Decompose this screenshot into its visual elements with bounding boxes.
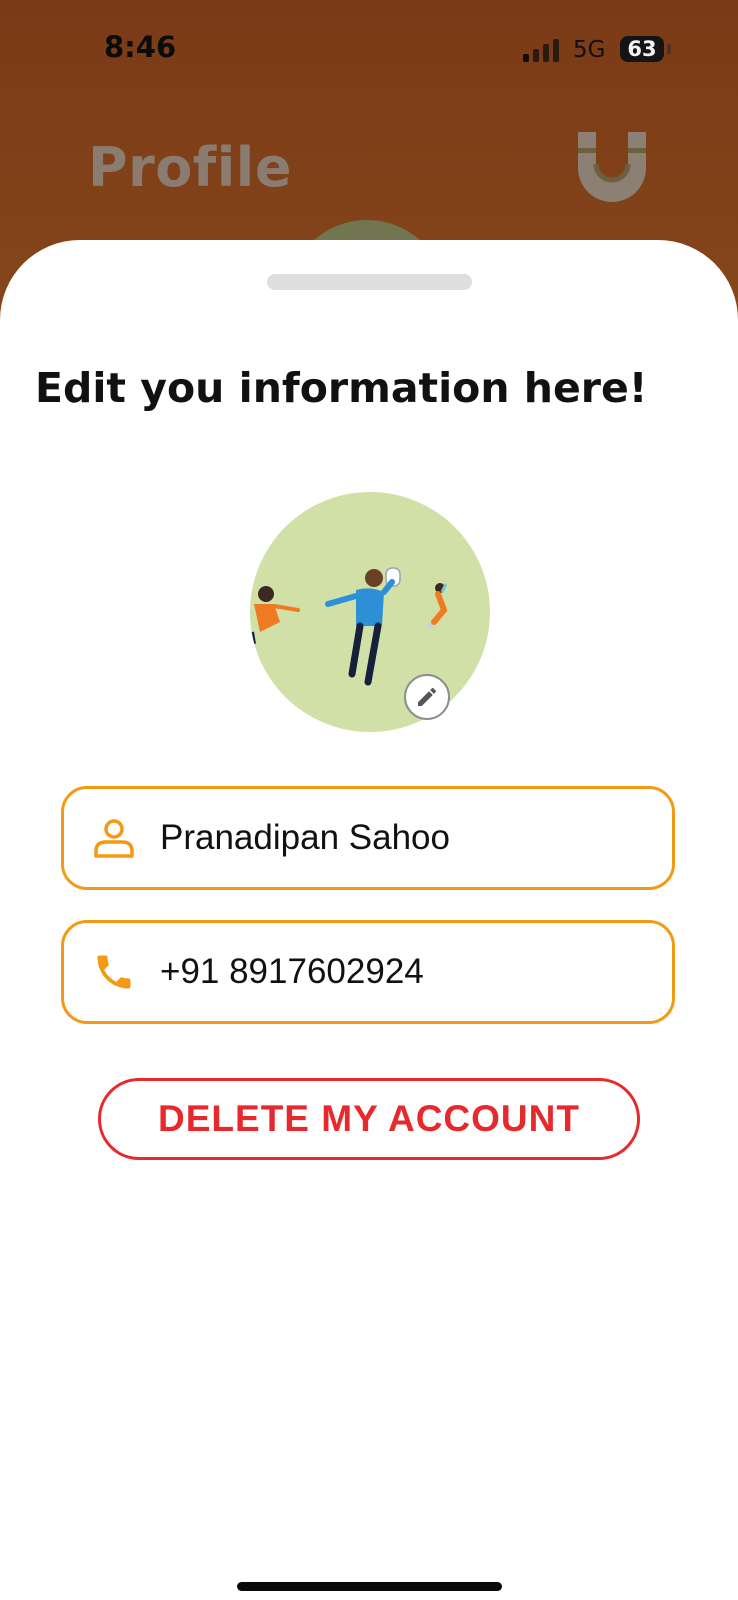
battery-tip <box>667 44 671 54</box>
avatar[interactable] <box>250 492 490 732</box>
phone-field[interactable] <box>61 920 675 1024</box>
pencil-icon <box>418 687 437 706</box>
person-icon <box>94 819 134 858</box>
name-field[interactable] <box>61 786 675 890</box>
status-time: 8:46 <box>104 30 177 64</box>
avatar-container <box>250 492 490 732</box>
edit-avatar-button[interactable] <box>404 674 450 720</box>
page-title: Profile <box>88 136 292 199</box>
u-magnet-logo-icon <box>578 132 646 202</box>
signal-strength-icon <box>523 38 563 62</box>
status-bar: 8:46 5G 63 <box>0 0 738 100</box>
sheet-title: Edit you information here! <box>35 364 648 412</box>
phone-icon <box>97 955 131 989</box>
battery-icon: 63 <box>620 36 664 62</box>
phone-input[interactable] <box>160 952 640 992</box>
delete-account-button[interactable]: DELETE MY ACCOUNT <box>98 1078 640 1160</box>
people-illustration <box>250 567 448 686</box>
battery-level: 63 <box>627 37 657 61</box>
sheet-grabber[interactable] <box>267 274 472 290</box>
name-input[interactable] <box>160 818 640 858</box>
home-indicator[interactable] <box>237 1582 502 1591</box>
edit-profile-sheet: Edit you information here! Pranadipan Sa… <box>0 240 738 1600</box>
network-type: 5G <box>573 37 606 63</box>
